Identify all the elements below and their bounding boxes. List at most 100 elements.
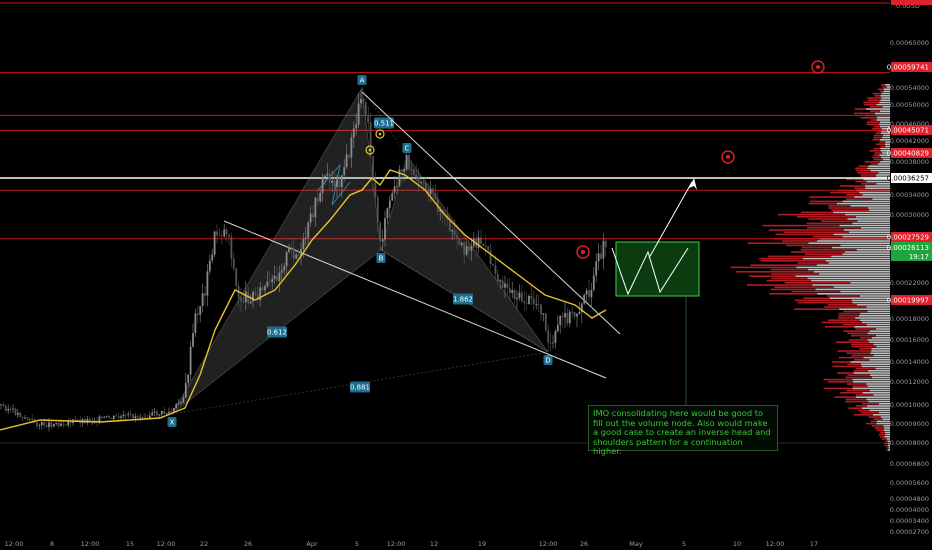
price-chart[interactable]: XABCD0.5110.6121.8620.881 0.0 USD0.000650… <box>0 0 932 550</box>
candle-body <box>194 313 197 334</box>
volume-bar <box>860 174 876 176</box>
candle-body <box>456 235 458 239</box>
volume-bar <box>831 209 869 211</box>
volume-bar <box>774 286 834 288</box>
volume-bar <box>768 229 844 231</box>
ratio-label: 1.862 <box>453 296 473 304</box>
candle-body <box>129 414 132 415</box>
volume-bar <box>823 378 853 381</box>
price-axis-tick: 0.00009000 <box>890 420 929 428</box>
volume-bar <box>854 108 866 110</box>
volume-bar <box>807 277 890 280</box>
candle-body <box>561 315 564 318</box>
volume-bar <box>867 99 881 101</box>
time-axis[interactable]: 12:00 8 12:00 15 12:00 22 26 Apr 5 12:00 12 19 12:00… <box>0 536 891 550</box>
volume-bar <box>872 414 890 416</box>
candle-body <box>396 185 398 187</box>
volume-bar <box>882 86 887 88</box>
candle-body <box>112 415 115 419</box>
candle-body <box>530 295 533 299</box>
volume-bar <box>880 161 890 163</box>
volume-bar <box>828 207 868 209</box>
volume-bar <box>873 147 881 150</box>
candle-body <box>573 312 576 317</box>
candle-body <box>532 298 535 305</box>
volume-bar <box>810 200 843 203</box>
candle-body <box>134 416 137 419</box>
volume-bar <box>886 449 888 451</box>
volume-bar <box>865 187 890 189</box>
candle-body <box>307 222 310 238</box>
volume-bar <box>846 352 871 354</box>
candle-body <box>172 408 175 412</box>
candle-body <box>343 167 346 176</box>
volume-bar <box>817 293 890 295</box>
candle-body <box>326 173 329 176</box>
candle-body <box>122 414 125 417</box>
candle-body <box>124 414 127 416</box>
candle-body <box>463 242 466 255</box>
volume-bar <box>828 381 854 383</box>
candle-body <box>357 103 360 125</box>
volume-bar <box>857 220 890 222</box>
candle-body <box>74 419 77 421</box>
volume-bar <box>879 123 890 126</box>
volume-bar <box>875 367 890 370</box>
volume-bar <box>828 205 851 207</box>
volume-bar <box>747 284 813 286</box>
volume-bar <box>869 341 890 343</box>
candle-body <box>211 254 214 261</box>
candle-body <box>67 421 70 426</box>
candle-body <box>403 169 406 172</box>
volume-bar <box>848 407 862 409</box>
time-axis-label: 15 <box>126 540 134 548</box>
candle-body <box>415 174 418 178</box>
volume-bar <box>834 396 857 398</box>
candle-body <box>266 281 269 287</box>
volume-bar <box>807 227 861 229</box>
volume-bar <box>769 293 818 295</box>
volume-bar <box>861 407 890 409</box>
point-label: B <box>379 255 384 263</box>
volume-bar <box>749 275 796 277</box>
volume-bar <box>866 123 880 126</box>
price-label-box-top <box>891 0 932 5</box>
volume-bar <box>796 216 856 218</box>
volume-bar <box>811 279 890 282</box>
candle-body <box>182 397 185 403</box>
candle-body <box>28 418 31 420</box>
countdown-text: 19:17 <box>909 253 929 261</box>
volume-bar <box>872 139 880 141</box>
candle-body <box>331 180 334 183</box>
candle-body <box>338 179 341 188</box>
volume-bar <box>847 363 861 365</box>
candle-body <box>585 290 588 295</box>
price-axis[interactable]: 0.0 USD0.000650000.000540000.000500000.00… <box>887 0 932 550</box>
price-label-text: 0.00040829 <box>887 149 929 157</box>
candle-body <box>280 270 283 273</box>
volume-bar <box>870 110 880 112</box>
candle-body <box>108 416 110 418</box>
volume-bar <box>864 161 881 163</box>
time-axis-label: 19 <box>478 540 486 548</box>
volume-bar <box>858 315 890 317</box>
volume-bar <box>871 376 890 379</box>
candle-body <box>604 240 607 248</box>
ratio-label: 0.612 <box>267 329 287 337</box>
volume-bar <box>803 297 830 299</box>
volume-bar <box>813 271 890 273</box>
volume-bar <box>829 297 890 299</box>
volume-bar <box>762 224 840 227</box>
candle-body <box>554 331 557 343</box>
volume-bar <box>855 169 871 172</box>
candle-body <box>0 404 2 406</box>
candle-body <box>417 177 420 183</box>
candle-body <box>230 236 233 259</box>
volume-bar <box>806 222 853 225</box>
volume-bar <box>862 392 890 394</box>
price-axis-tick: 0.00002700 <box>890 528 929 536</box>
volume-bar <box>808 268 890 271</box>
candle-body <box>139 416 142 418</box>
volume-bar <box>824 326 855 328</box>
candle-body <box>388 200 391 209</box>
